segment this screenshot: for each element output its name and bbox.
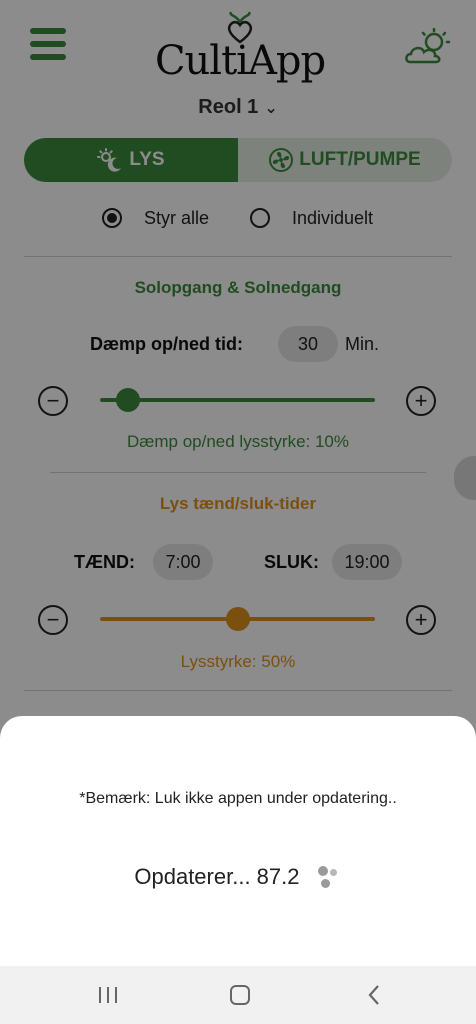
recent-apps-icon[interactable] [78, 966, 138, 1024]
system-navigation-bar [0, 966, 476, 1024]
home-icon[interactable] [210, 966, 270, 1024]
back-icon[interactable] [344, 966, 404, 1024]
update-warning-note: *Bemærk: Luk ikke appen under opdatering… [79, 790, 397, 807]
update-progress: Opdaterer... 87.2 [0, 864, 476, 890]
loading-spinner-icon [317, 866, 342, 890]
update-progress-text: Opdaterer... 87.2 [134, 864, 300, 889]
update-bottom-sheet [0, 716, 476, 966]
